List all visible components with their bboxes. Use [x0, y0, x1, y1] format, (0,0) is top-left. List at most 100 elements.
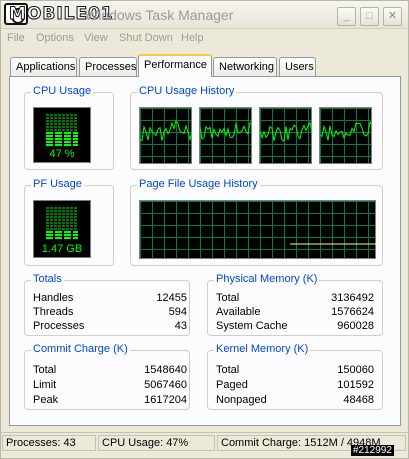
cpu-usage-label: CPU Usage — [31, 85, 94, 97]
meter-segment — [46, 129, 78, 131]
row-key: Threads — [33, 306, 74, 318]
meter-segment — [46, 222, 78, 224]
tab-applications[interactable]: Applications — [10, 57, 77, 76]
image-tag: #212992 — [351, 445, 394, 456]
menu-file[interactable]: File — [7, 32, 25, 44]
cpu-history-label: CPU Usage History — [137, 85, 237, 97]
meter-segment — [46, 138, 78, 140]
cpu-usage-meter: 47 % — [33, 107, 91, 163]
menu-view[interactable]: View — [84, 32, 108, 44]
status-bar: Processes: 43 CPU Usage: 47% Commit Char… — [1, 432, 408, 452]
pf-usage-meter: 1.47 GB — [33, 200, 91, 258]
row-key: Handles — [33, 292, 74, 304]
meter-segment — [46, 123, 78, 125]
row-key: Nonpaged — [216, 394, 267, 406]
row-key: Processes — [33, 320, 85, 332]
row-value: 5067460 — [144, 379, 187, 391]
cpu-history-graph-core-3 — [259, 107, 313, 164]
meter-segment — [46, 219, 78, 221]
physical-memory-group: Physical Memory (K) Total 3136492 Availab… — [207, 273, 383, 336]
row-key: Peak — [33, 394, 59, 406]
row-value: 150060 — [337, 364, 374, 376]
physical-memory-label: Physical Memory (K) — [214, 273, 320, 285]
meter-segment — [46, 213, 78, 215]
pf-history-graph — [139, 200, 376, 259]
meter-segment — [46, 225, 78, 227]
commit-charge-group: Commit Charge (K) Total 1548640 Limit 5067… — [24, 343, 190, 410]
task-manager-window: MOBILE01 Windows Task Manager _ □ ✕ File… — [0, 0, 409, 459]
totals-label: Totals — [31, 273, 64, 285]
tab-users[interactable]: Users — [279, 57, 316, 76]
menu-bar: File Options View Shut Down Help — [1, 30, 408, 48]
row-value: 594 — [168, 306, 187, 318]
window-title: Windows Task Manager — [85, 7, 234, 23]
meter-segment — [46, 228, 78, 230]
title-bar[interactable]: MOBILE01 Windows Task Manager _ □ ✕ — [1, 1, 408, 29]
meter-segment — [46, 144, 78, 146]
meter-segment — [46, 117, 78, 119]
pf-history-label: Page File Usage History — [137, 178, 260, 190]
pf-usage-value: 1.47 GB — [41, 243, 83, 255]
meter-segment — [46, 132, 78, 134]
totals-group: Totals Handles 12455 Threads 594 Processes… — [24, 273, 190, 336]
row-value: 3136492 — [331, 292, 374, 304]
status-cpu-usage: CPU Usage: 47% — [98, 435, 215, 451]
meter-segment — [46, 120, 78, 122]
row-key: Total — [216, 364, 240, 376]
cpu-history-trace — [140, 119, 193, 142]
meter-segment — [46, 207, 78, 209]
row-value: 43 — [174, 320, 187, 332]
row-key: Paged — [216, 379, 248, 391]
meter-segment — [46, 141, 78, 143]
commit-charge-label: Commit Charge (K) — [31, 343, 130, 355]
row-key: Total — [216, 292, 240, 304]
cpu-history-trace — [200, 122, 253, 140]
maximize-button[interactable]: □ — [360, 7, 379, 26]
meter-segment — [46, 216, 78, 218]
status-processes: Processes: 43 — [2, 435, 96, 451]
meter-segment — [46, 210, 78, 212]
meter-segment — [46, 135, 78, 137]
cpu-history-graph-core-1 — [139, 107, 193, 164]
minimize-button[interactable]: _ — [337, 7, 356, 26]
kernel-memory-group: Kernel Memory (K) Total 150060 Paged 10159… — [207, 343, 383, 410]
row-key: System Cache — [216, 320, 288, 332]
row-value: 12455 — [156, 292, 187, 304]
meter-segment — [46, 231, 78, 233]
meter-segment — [46, 114, 78, 116]
cpu-history-graph-core-4 — [319, 107, 373, 164]
row-key: Total — [33, 364, 57, 376]
close-button[interactable]: ✕ — [383, 7, 402, 26]
row-key: Available — [216, 306, 261, 318]
menu-options[interactable]: Options — [36, 32, 74, 44]
cpu-history-graph-core-2 — [199, 107, 253, 164]
row-value: 101592 — [337, 379, 374, 391]
cpu-usage-value: 47 % — [49, 148, 75, 160]
kernel-memory-label: Kernel Memory (K) — [214, 343, 311, 355]
cpu-history-trace — [320, 120, 373, 141]
row-value: 1576624 — [331, 306, 374, 318]
row-value: 48468 — [343, 394, 374, 406]
tab-networking[interactable]: Networking — [213, 57, 277, 76]
row-value: 960028 — [337, 320, 374, 332]
pf-usage-group: PF Usage 1.47 GB — [24, 178, 114, 266]
cpu-history-trace — [260, 121, 313, 143]
row-key: Limit — [33, 379, 57, 391]
pf-usage-bars — [46, 207, 78, 240]
tab-processes[interactable]: Processes — [79, 57, 137, 76]
performance-panel: CPU Usage 47 % CPU Usage History PF Usag… — [9, 76, 401, 426]
pf-history-line — [290, 243, 376, 245]
menu-help[interactable]: Help — [181, 32, 204, 44]
row-value: 1548640 — [144, 364, 187, 376]
meter-segment — [46, 234, 78, 236]
cpu-history-group: CPU Usage History — [130, 85, 383, 170]
tab-performance[interactable]: Performance — [138, 54, 212, 77]
cpu-usage-bars — [46, 114, 78, 147]
meter-segment — [46, 237, 78, 239]
row-value: 1617204 — [144, 394, 187, 406]
pf-usage-label: PF Usage — [31, 178, 84, 190]
meter-segment — [46, 126, 78, 128]
pf-history-group: Page File Usage History — [130, 178, 383, 266]
cpu-usage-group: CPU Usage 47 % — [24, 85, 114, 170]
menu-shut-down[interactable]: Shut Down — [119, 32, 173, 44]
